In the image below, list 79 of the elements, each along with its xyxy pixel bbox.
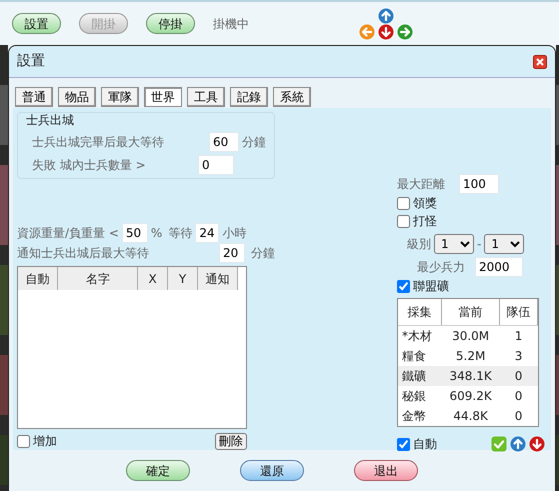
column-header: 名字: [58, 267, 138, 290]
table-cell-text: 金幣: [401, 408, 427, 425]
down-arrow-icon[interactable]: [529, 436, 545, 452]
table-cell: 5.2M: [442, 346, 500, 366]
column-header: 當前: [442, 299, 500, 326]
number-field[interactable]: 20: [219, 243, 245, 263]
field-label: 最少兵力: [417, 259, 465, 276]
table-cell: 348.1K: [442, 366, 500, 386]
monster-checkbox-label: 打怪: [413, 213, 437, 230]
column-header: X: [138, 267, 168, 290]
auto-checkbox[interactable]: [397, 438, 410, 450]
close-icon[interactable]: [533, 54, 547, 68]
level-dropdown[interactable]: 1: [484, 234, 524, 254]
table-cell: 30.0M: [442, 326, 500, 346]
down-arrow-icon[interactable]: [378, 24, 394, 40]
field-label: 等待: [168, 225, 192, 242]
table-cell: 3: [500, 346, 538, 366]
field-label: 資源重量/負重量 <: [17, 225, 119, 242]
group-title: 士兵出城: [26, 112, 75, 129]
check-icon[interactable]: [491, 436, 507, 452]
table-cell-text: 44.8K: [452, 408, 489, 425]
tab[interactable]: 記錄: [230, 87, 268, 107]
left-arrow-icon[interactable]: [359, 24, 375, 40]
table-cell: 1: [500, 326, 538, 346]
table-cell: 糧食: [398, 346, 442, 366]
footer-button[interactable]: 退出: [354, 460, 418, 481]
number-field[interactable]: 50: [122, 223, 148, 243]
number-field[interactable]: 100: [459, 174, 499, 194]
number-field[interactable]: 24: [195, 223, 220, 243]
delete-button[interactable]: 刪除: [215, 432, 247, 450]
dialog-title: 設置: [17, 52, 45, 71]
column-header: 通知: [198, 267, 238, 290]
top-button[interactable]: 停掛: [146, 13, 195, 34]
field-label: 士兵出城完畢后最大等待: [32, 134, 164, 151]
right-arrow-icon[interactable]: [397, 24, 413, 40]
field-label: 通知士兵出城后最大等待: [17, 245, 149, 262]
reward-checkbox-label: 領獎: [413, 195, 437, 212]
number-field[interactable]: 60: [209, 132, 239, 152]
footer-button[interactable]: 確定: [126, 460, 190, 481]
table-cell: *木材: [398, 326, 442, 346]
alliance-mine-checkbox-label: 聯盟礦: [413, 278, 449, 295]
column-header: 隊伍: [500, 299, 538, 326]
unit-label: 分鐘: [251, 245, 275, 262]
add-checkbox[interactable]: [17, 434, 30, 448]
level-dropdown[interactable]: 1: [434, 234, 474, 254]
alliance-mine-checkbox[interactable]: [397, 280, 410, 292]
number-field[interactable]: 2000: [475, 257, 523, 277]
field-label: 失敗 城內士兵數量 >: [32, 157, 146, 174]
status-text: 掛機中: [213, 16, 249, 32]
reward-checkbox[interactable]: [397, 196, 410, 210]
tab[interactable]: 普通: [15, 87, 53, 107]
tab[interactable]: 系統: [273, 87, 311, 107]
table-cell: 0: [500, 386, 538, 406]
table-cell: 鐵礦: [398, 366, 442, 386]
auto-checkbox-label: 自動: [413, 436, 437, 453]
unit-label: 分鐘: [242, 134, 266, 151]
field-label: 級別: [407, 236, 431, 253]
table-cell: 0: [500, 366, 538, 386]
tab[interactable]: 物品: [58, 87, 96, 107]
unit-label: %: [150, 225, 162, 242]
field-label: 最大距離: [397, 176, 445, 193]
footer-button[interactable]: 還原: [240, 460, 304, 481]
column-header: Y: [168, 267, 198, 290]
tab[interactable]: 工具: [187, 87, 225, 107]
column-header: 自動: [18, 267, 58, 290]
monster-checkbox[interactable]: [397, 214, 410, 228]
top-button[interactable]: 設置: [12, 13, 61, 34]
tab[interactable]: 軍隊: [101, 87, 139, 107]
up-arrow-icon[interactable]: [378, 8, 394, 24]
up-arrow-icon[interactable]: [510, 436, 526, 452]
table-cell-text: 0: [514, 408, 524, 425]
column-header: 採集: [398, 299, 442, 326]
table-cell: 秘銀: [398, 386, 442, 406]
separator-text: -: [477, 236, 482, 253]
table-cell: 609.2K: [442, 386, 500, 406]
unit-label: 小時: [222, 225, 246, 242]
tab[interactable]: 世界: [144, 87, 182, 107]
number-field[interactable]: 0: [198, 155, 234, 175]
add-checkbox-label: 增加: [33, 433, 57, 450]
